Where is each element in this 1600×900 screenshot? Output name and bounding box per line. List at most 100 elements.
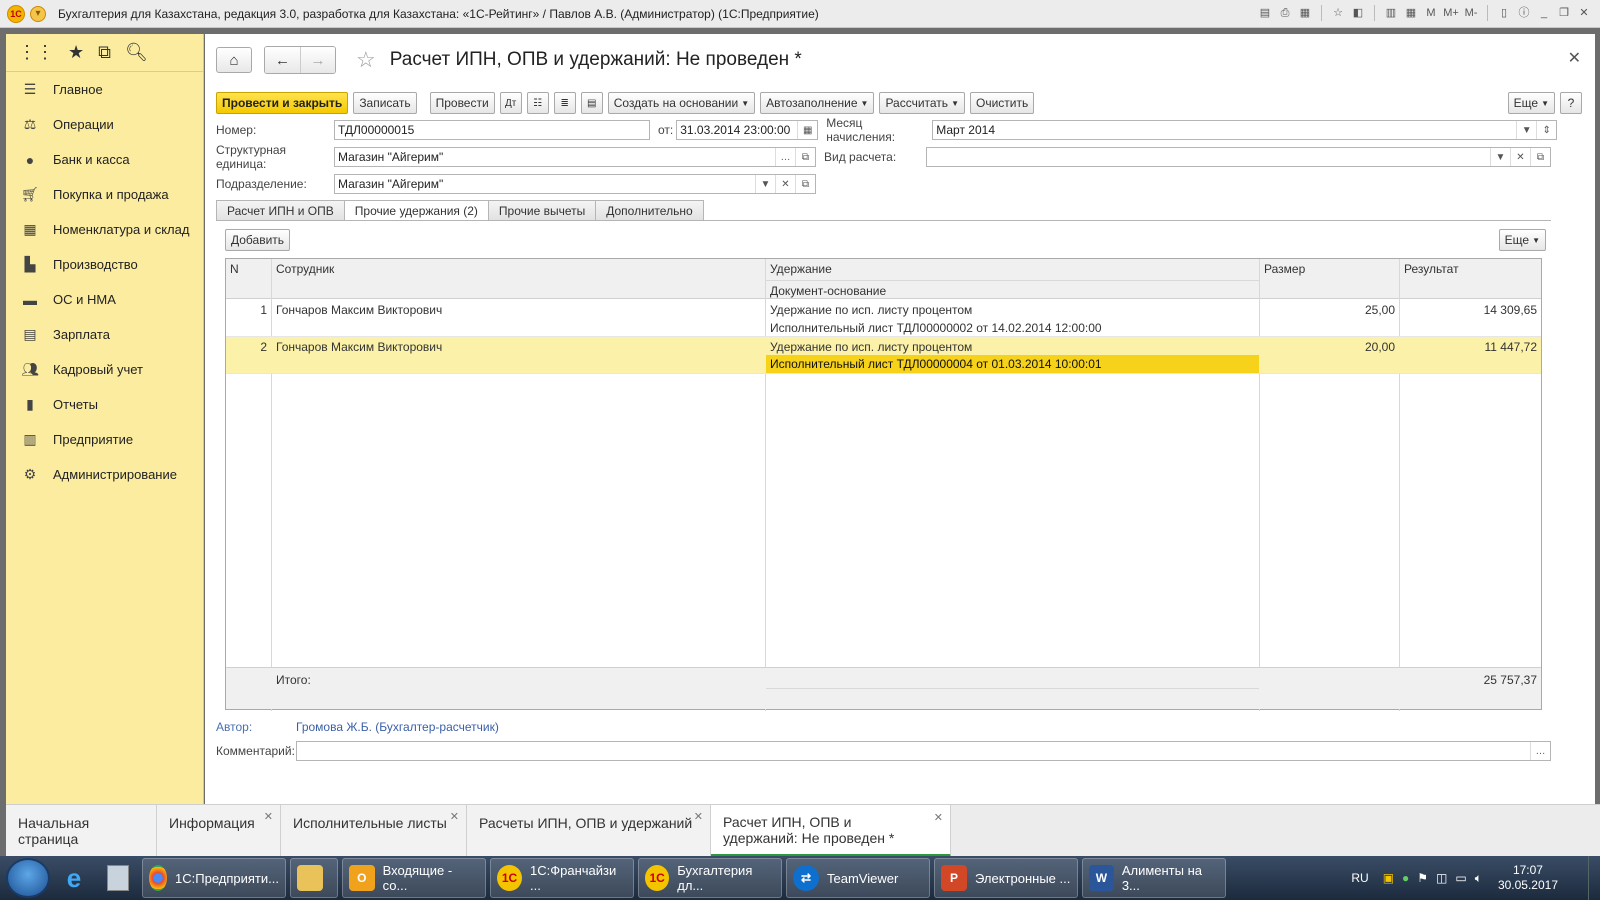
taskbar-item[interactable]: 1С Бухгалтерия дл...: [638, 858, 782, 898]
col-deduction[interactable]: Удержание: [766, 259, 836, 279]
table-row[interactable]: 1 Гончаров Максим Викторович Удержание п…: [226, 300, 1541, 337]
clear-button[interactable]: Очистить: [969, 92, 1035, 114]
favorites-star-icon[interactable]: ★: [68, 42, 84, 63]
info-icon[interactable]: ⓘ: [1516, 4, 1532, 22]
menu-dropdown-icon[interactable]: ▾: [30, 5, 46, 22]
sidebar-item-salary[interactable]: ▤ Зарплата: [6, 317, 203, 352]
col-basis[interactable]: Документ-основание: [766, 280, 1259, 301]
select-ellipsis-icon[interactable]: …: [1530, 742, 1550, 760]
month-field[interactable]: Март 2014 ▼ ⇕: [932, 120, 1558, 140]
taskbar-item[interactable]: W Алименты на 3...: [1082, 858, 1226, 898]
help-button[interactable]: ?: [1560, 92, 1582, 114]
select-ellipsis-icon[interactable]: …: [775, 148, 795, 166]
unit-field[interactable]: Магазин "Айгерим"… ⧉: [334, 147, 816, 167]
print-doc-icon[interactable]: ▤: [580, 92, 603, 114]
close-tab-icon[interactable]: ✕: [264, 810, 273, 823]
back-button[interactable]: ←: [265, 47, 300, 73]
tab-additional[interactable]: Дополнительно: [595, 200, 704, 220]
sidebar-item-operations[interactable]: ⚖ Операции: [6, 107, 203, 142]
date-field[interactable]: 31.03.2014 23:00:00 ▦: [676, 120, 819, 140]
list-icon[interactable]: ≣: [553, 92, 576, 114]
col-size[interactable]: Размер: [1260, 259, 1309, 279]
table-row-selected[interactable]: 2 Гончаров Максим Викторович Удержание п…: [226, 337, 1541, 374]
more-button[interactable]: Еще ▼: [1507, 92, 1555, 114]
sidebar-item-bank[interactable]: ● Банк и касса: [6, 142, 203, 177]
tray-user-icon[interactable]: ●: [1402, 871, 1409, 885]
home-button[interactable]: ⌂: [216, 47, 252, 73]
tab-ipn-opv[interactable]: Расчет ИПН и ОПВ: [216, 200, 345, 220]
taskbar-item[interactable]: 1С:Предприяти...: [142, 858, 286, 898]
autofill-button[interactable]: Автозаполнение ▼: [760, 92, 875, 114]
author-link[interactable]: Громова Ж.Б. (Бухгалтер-расчетчик): [296, 720, 499, 734]
memory-minus-button[interactable]: M-: [1463, 4, 1479, 22]
tab-ipn-list[interactable]: Расчеты ИПН, ОПВ и удержаний ✕: [467, 805, 711, 857]
volume-muted-icon[interactable]: 🔈︎: [1475, 871, 1482, 886]
history-icon[interactable]: ⧉: [98, 42, 111, 63]
save-button[interactable]: Записать: [353, 92, 417, 114]
network-icon[interactable]: ▭: [1455, 871, 1466, 885]
preview-icon[interactable]: ▦: [1297, 4, 1313, 22]
number-field[interactable]: ТДЛ00000015: [334, 120, 650, 140]
tab-other-allowances[interactable]: Прочие вычеты: [487, 200, 597, 220]
tray-app-icon[interactable]: ◫: [1436, 871, 1447, 885]
close-icon[interactable]: ✕: [1568, 48, 1581, 68]
taskbar-item[interactable]: 1С 1С:Франчайзи ...: [490, 858, 634, 898]
language-indicator[interactable]: RU: [1351, 871, 1368, 885]
sidebar-item-purchase[interactable]: 🛒︎ Покупка и продажа: [6, 177, 203, 212]
print-icon[interactable]: ⎙: [1277, 4, 1293, 22]
flag-icon[interactable]: ⚑: [1417, 871, 1428, 885]
sidebar-item-main[interactable]: ☰ Главное: [6, 72, 203, 107]
apps-grid-icon[interactable]: ⋮⋮: [18, 42, 54, 63]
close-window-icon[interactable]: ✕: [1576, 4, 1592, 22]
forward-button[interactable]: →: [300, 47, 335, 73]
col-employee[interactable]: Сотрудник: [272, 259, 338, 279]
panels-icon[interactable]: ▯: [1496, 4, 1512, 22]
sidebar-item-production[interactable]: ▙ Производство: [6, 247, 203, 282]
calendar-icon[interactable]: ▦: [797, 121, 817, 139]
col-result[interactable]: Результат: [1400, 259, 1463, 279]
sidebar-item-nomenclature[interactable]: ▦ Номенклатура и склад: [6, 212, 203, 247]
division-field[interactable]: Магазин "Айгерим" ▼ ✕ ⧉: [334, 174, 816, 194]
chevron-down-icon[interactable]: ▼: [755, 175, 775, 193]
structure-icon[interactable]: ☷: [526, 92, 549, 114]
minimize-icon[interactable]: _: [1536, 4, 1552, 22]
tab-other-deductions[interactable]: Прочие удержания (2): [343, 200, 489, 221]
ie-icon[interactable]: e: [54, 858, 94, 898]
restore-icon[interactable]: ❐: [1556, 4, 1572, 22]
tab-writs[interactable]: Исполнительные листы ✕: [281, 805, 467, 857]
calculate-button[interactable]: Рассчитать ▼: [879, 92, 965, 114]
open-link-icon[interactable]: ⧉: [1530, 148, 1550, 166]
memory-m-button[interactable]: M: [1423, 4, 1439, 22]
active-cell[interactable]: Исполнительный лист ТДЛ00000004 от 01.03…: [766, 355, 1259, 373]
table-more-button[interactable]: Еще ▼: [1498, 229, 1546, 251]
open-link-icon[interactable]: ⧉: [795, 175, 815, 193]
tab-information[interactable]: Информация ✕: [157, 805, 281, 857]
chevron-down-icon[interactable]: ▼: [1490, 148, 1510, 166]
app-logo-icon[interactable]: 1С: [7, 4, 25, 23]
calculator-icon[interactable]: ▦: [1403, 4, 1419, 22]
chevron-down-icon[interactable]: ▼: [1516, 121, 1536, 139]
sidebar-item-reports[interactable]: ▮ Отчеты: [6, 387, 203, 422]
save-icon[interactable]: ▤: [1257, 4, 1273, 22]
close-tab-icon[interactable]: ✕: [694, 810, 703, 823]
search-icon[interactable]: 🔍︎: [125, 42, 148, 63]
taskbar-item[interactable]: [290, 858, 338, 898]
taskbar-item[interactable]: P Электронные ...: [934, 858, 1078, 898]
tab-current-document[interactable]: Расчет ИПН, ОПВ и удержаний: Не проведен…: [711, 805, 951, 857]
memory-plus-button[interactable]: M+: [1443, 4, 1459, 22]
start-button[interactable]: [6, 858, 50, 898]
sidebar-item-fixed-assets[interactable]: ▬ ОС и НМА: [6, 282, 203, 317]
sidebar-item-enterprise[interactable]: ▥ Предприятие: [6, 422, 203, 457]
post-and-close-button[interactable]: Провести и закрыть: [216, 92, 349, 114]
add-row-button[interactable]: Добавить: [225, 229, 291, 251]
clear-x-icon[interactable]: ✕: [775, 175, 795, 193]
clock[interactable]: 17:07 30.05.2017: [1498, 863, 1558, 893]
stepper-icon[interactable]: ⇕: [1536, 121, 1556, 139]
calendar-icon[interactable]: ▥: [1383, 4, 1399, 22]
sidebar-item-admin[interactable]: ⚙ Администрирование: [6, 457, 203, 492]
close-tab-icon[interactable]: ✕: [450, 810, 459, 823]
calculator-app-icon[interactable]: [98, 858, 138, 898]
sidebar-item-hr[interactable]: 👥︎ Кадровый учет: [6, 352, 203, 387]
close-tab-icon[interactable]: ✕: [934, 810, 943, 826]
favorites-add-icon[interactable]: ☆: [1330, 4, 1346, 22]
